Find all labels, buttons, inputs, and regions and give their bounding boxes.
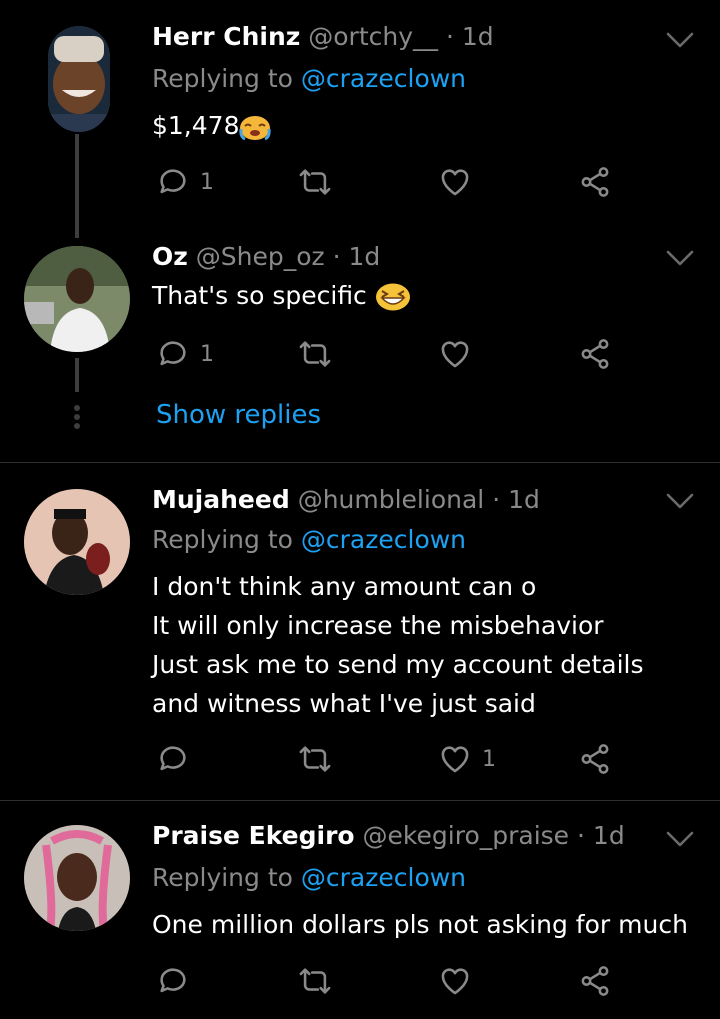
tweet-actions: 1 [152,162,632,202]
chevron-down-icon[interactable] [664,248,696,268]
heart-icon [438,165,472,199]
share-icon [578,742,612,776]
chevron-down-icon[interactable] [664,491,696,511]
tweet-text: That's so specific [152,276,411,315]
reply-button[interactable]: 1 [156,334,214,374]
avatar-photo [24,489,130,595]
tweet-text-line: That's so specific [152,281,367,310]
retweet-icon [298,337,332,371]
replying-to-link[interactable]: @crazeclown [301,863,466,892]
reply-icon [156,964,190,998]
author-handle[interactable]: @humblelional [298,485,485,514]
like-button[interactable] [438,162,482,202]
tweet-actions [152,961,632,1001]
share-button[interactable] [578,739,612,779]
share-button[interactable] [578,334,612,374]
avatar-photo [24,825,130,931]
reply-button[interactable] [156,739,200,779]
tweet-text: One million dollars pls not asking for m… [152,905,688,944]
tweet-actions: 1 [152,739,632,779]
author-handle[interactable]: @Shep_oz [196,242,325,271]
tweet-text: I don't think any amount can o It will o… [152,567,643,723]
reply-icon [156,742,190,776]
tweet-text-line: One million dollars pls not asking for m… [152,910,688,939]
author-handle[interactable]: @ekegiro_praise [363,821,570,850]
avatar[interactable] [48,26,110,132]
replying-to-label: Replying to [152,525,293,554]
share-icon [578,337,612,371]
tweet-text-line: $1,478 [152,111,240,140]
replying-to-label: Replying to [152,64,293,93]
avatar[interactable] [24,825,130,931]
tweet-2[interactable]: Oz @Shep_oz · 1d That's so specific 1 [0,236,720,386]
replying-to-link[interactable]: @crazeclown [301,64,466,93]
retweet-button[interactable] [298,162,342,202]
thread-more-dots [73,402,81,432]
retweet-button[interactable] [298,961,342,1001]
tweet-header: Herr Chinz @ortchy__ · 1d [152,22,494,51]
like-button[interactable] [438,334,482,374]
retweet-icon [298,742,332,776]
tweet-text-line: It will only increase the misbehavior [152,611,604,640]
tweet-1[interactable]: Herr Chinz @ortchy__ · 1d Replying to @c… [0,0,720,230]
timestamp[interactable]: · 1d [492,485,540,514]
timestamp[interactable]: · 1d [577,821,625,850]
replying-to: Replying to @crazeclown [152,64,466,93]
like-button[interactable] [438,961,482,1001]
reply-count: 1 [200,341,214,367]
retweet-icon [298,165,332,199]
reply-icon [156,165,190,199]
tweet-3[interactable]: Mujaheed @humblelional · 1d Replying to … [0,463,720,799]
chevron-down-icon[interactable] [664,829,696,849]
share-button[interactable] [578,162,612,202]
avatar[interactable] [24,246,130,352]
tweet-text-line: and witness what I've just said [152,689,536,718]
avatar[interactable] [24,489,130,595]
author-name[interactable]: Herr Chinz [152,22,300,51]
heart-icon [438,742,472,776]
replying-to: Replying to @crazeclown [152,863,466,892]
replying-to: Replying to @crazeclown [152,525,466,554]
reply-icon [156,337,190,371]
share-icon [578,964,612,998]
tweet-4[interactable]: Praise Ekegiro @ekegiro_praise · 1d Repl… [0,801,720,1019]
like-button[interactable]: 1 [438,739,496,779]
tweet-header: Praise Ekegiro @ekegiro_praise · 1d [152,821,625,850]
heart-icon [438,964,472,998]
like-count: 1 [482,746,496,772]
reply-count: 1 [200,169,214,195]
retweet-icon [298,964,332,998]
chevron-down-icon[interactable] [664,30,696,50]
loudly-crying-face-icon [239,116,272,141]
tweet-header: Oz @Shep_oz · 1d [152,242,380,271]
replying-to-link[interactable]: @crazeclown [301,525,466,554]
reply-button[interactable] [156,961,200,1001]
author-name[interactable]: Praise Ekegiro [152,821,355,850]
tweet-header: Mujaheed @humblelional · 1d [152,485,540,514]
author-name[interactable]: Oz [152,242,188,271]
timestamp[interactable]: · 1d [333,242,381,271]
retweet-button[interactable] [298,739,342,779]
avatar-photo [48,26,110,132]
tweet-actions: 1 [152,334,632,374]
retweet-button[interactable] [298,334,342,374]
replying-to-label: Replying to [152,863,293,892]
share-button[interactable] [578,961,612,1001]
author-handle[interactable]: @ortchy__ [308,22,438,51]
show-replies-link[interactable]: Show replies [156,400,321,430]
avatar-photo [24,246,130,352]
reply-button[interactable]: 1 [156,162,214,202]
heart-icon [438,337,472,371]
grinning-squinting-face-icon [375,283,410,311]
tweet-text-line: I don't think any amount can o [152,572,537,601]
tweet-text: $1,478 [152,106,272,145]
tweet-text-line: Just ask me to send my account details [152,650,644,679]
share-icon [578,165,612,199]
timestamp[interactable]: · 1d [446,22,494,51]
author-name[interactable]: Mujaheed [152,485,290,514]
